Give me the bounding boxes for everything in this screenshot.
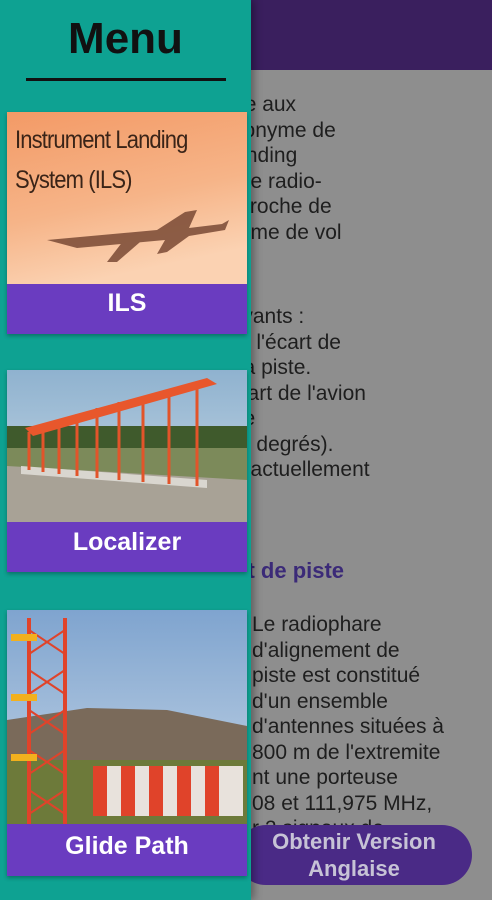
menu-item-ils[interactable]: Instrument Landing System (ILS) ILS xyxy=(7,112,247,334)
english-version-label-2: Anglaise xyxy=(308,856,400,881)
menu-item-label: Glide Path xyxy=(7,824,247,876)
glide-path-thumbnail-image xyxy=(7,610,247,824)
text-line: d'alignement de xyxy=(252,638,400,662)
text-line: 08 et 111,975 MHz, xyxy=(252,791,433,815)
drawer-divider xyxy=(26,78,226,81)
text-line: piste est constitué xyxy=(252,664,421,687)
text-line: d'un ensemble xyxy=(252,689,388,713)
menu-item-label: ILS xyxy=(7,284,247,334)
menu-item-label: Localizer xyxy=(7,522,247,572)
drawer-title: Menu xyxy=(68,14,183,63)
navigation-drawer: Menu Instrument Landing System (ILS) ILS xyxy=(0,0,251,900)
text-line: 800 m de l'extremite xyxy=(252,740,441,764)
menu-item-localizer[interactable]: Localizer xyxy=(7,370,247,572)
text-line: Le radiophare xyxy=(252,613,382,636)
menu-item-glide-path[interactable]: Glide Path xyxy=(7,610,247,876)
text-line: d'antennes situées à xyxy=(252,715,444,738)
english-version-label-1: Obtenir Version xyxy=(272,829,436,854)
paragraph-localizer: Le radiophare d'alignement de piste est … xyxy=(252,612,492,842)
text-line: nt une porteuse xyxy=(252,766,398,789)
english-version-button[interactable]: Obtenir Version Anglaise xyxy=(236,825,472,885)
localizer-thumbnail-image xyxy=(7,370,247,522)
ils-thumbnail-caption: Instrument Landing System (ILS) xyxy=(15,126,188,194)
